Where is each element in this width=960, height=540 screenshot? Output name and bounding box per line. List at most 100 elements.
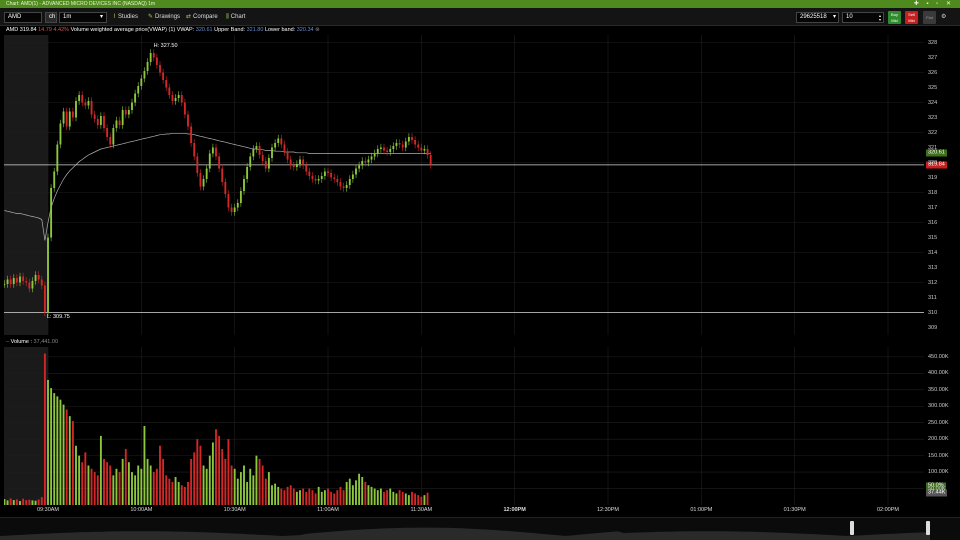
legend-pct: 4.42% bbox=[53, 27, 70, 33]
volume-bar bbox=[373, 488, 376, 505]
volume-axis-label: 200.00K bbox=[928, 436, 949, 443]
volume-bar bbox=[292, 488, 295, 505]
price-axis-label: 312 bbox=[928, 279, 938, 286]
buy-market-button[interactable]: Buy Mkt bbox=[888, 11, 901, 24]
chart-navigator[interactable] bbox=[0, 517, 960, 540]
window-controls[interactable]: ✚ ▪ ▫ ✕ bbox=[914, 0, 954, 8]
volume-label: Volume bbox=[10, 339, 29, 345]
volume-axis-label: 150.00K bbox=[928, 452, 949, 459]
candle-body bbox=[395, 143, 398, 146]
volume-bar bbox=[53, 393, 56, 505]
study-legend: AMD 319.84 14.79 4.42% Volume weighted a… bbox=[0, 26, 960, 35]
volume-bar bbox=[271, 485, 273, 505]
candle-body bbox=[75, 101, 77, 118]
candle-body bbox=[233, 207, 236, 212]
volume-bar bbox=[152, 472, 155, 505]
candle-body bbox=[53, 171, 56, 188]
volume-bar bbox=[159, 445, 161, 505]
candle-body bbox=[330, 173, 333, 178]
time-axis[interactable]: 09:30AM 10:00AM 10:30AM 11:00AM 11:30AM 12:00… bbox=[4, 506, 924, 516]
volume-bar bbox=[6, 500, 9, 505]
volume-axis-label: 400.00K bbox=[928, 370, 949, 377]
chart-type-button[interactable]: ⫼ Chart bbox=[226, 12, 245, 23]
price-axis-label: 311 bbox=[928, 294, 937, 301]
sell-market-button[interactable]: Sell Mkt bbox=[905, 11, 918, 24]
volume-bar bbox=[174, 477, 177, 505]
volume-bar bbox=[227, 439, 230, 505]
price-axis-label: 309 bbox=[928, 324, 938, 331]
volume-bar bbox=[311, 490, 314, 505]
volume-bar bbox=[355, 480, 357, 505]
quantity-stepper[interactable]: 10 ▴ ▾ bbox=[842, 12, 884, 23]
candle-body bbox=[196, 156, 199, 173]
volume-bar bbox=[239, 472, 242, 505]
candle-body bbox=[84, 102, 87, 106]
volume-bar bbox=[121, 458, 124, 505]
candle-body bbox=[317, 179, 320, 181]
candle-body bbox=[417, 144, 420, 148]
candle-body bbox=[404, 141, 407, 148]
candle-body bbox=[252, 149, 255, 157]
candle-body bbox=[15, 278, 18, 283]
chart-label: Chart bbox=[230, 14, 246, 20]
candle-body bbox=[355, 168, 357, 175]
candle-body bbox=[345, 185, 348, 188]
interval-select[interactable]: 1m ▾ bbox=[59, 12, 107, 23]
candle-body bbox=[386, 150, 389, 152]
candle-body bbox=[9, 279, 12, 284]
volume-bar bbox=[78, 455, 81, 505]
studies-label: Studies bbox=[117, 14, 138, 20]
volume-bar bbox=[261, 465, 264, 505]
candle-body bbox=[211, 147, 214, 154]
volume-bar bbox=[211, 442, 214, 505]
volume-bar bbox=[47, 379, 49, 505]
price-axis-label: 320 bbox=[928, 159, 938, 166]
remove-study-icon[interactable]: ⊗ bbox=[315, 27, 320, 33]
price-axis-label: 317 bbox=[928, 204, 938, 211]
candle-body bbox=[283, 144, 286, 152]
candle-body bbox=[236, 203, 239, 208]
volume-bar bbox=[258, 458, 261, 505]
candle-body bbox=[99, 116, 102, 125]
legend-study-name[interactable]: Volume weighted average price(VWAP) (1) … bbox=[71, 27, 195, 33]
compare-button[interactable]: ⇄ Compare bbox=[186, 12, 218, 23]
chart-mode-button[interactable]: ch bbox=[45, 12, 57, 23]
candle-body bbox=[152, 53, 155, 58]
price-chart-svg bbox=[4, 35, 924, 335]
collapse-icon[interactable]: – bbox=[6, 339, 9, 345]
flat-button[interactable]: Flat bbox=[923, 11, 936, 24]
volume-bar bbox=[177, 481, 180, 505]
candle-body bbox=[348, 179, 351, 185]
volume-bar bbox=[411, 491, 413, 505]
volume-bar bbox=[143, 426, 146, 505]
time-axis-label: 09:30AM bbox=[36, 507, 60, 513]
drawings-button[interactable]: ✎ Drawings bbox=[148, 12, 180, 23]
candle-body bbox=[43, 285, 46, 313]
legend-upper-label: Upper Band: bbox=[214, 27, 246, 33]
candle-body bbox=[305, 165, 308, 172]
symbol-input[interactable]: AMD bbox=[4, 12, 42, 23]
volume-bar bbox=[183, 486, 186, 505]
time-axis-label: 01:30PM bbox=[783, 507, 806, 513]
studies-button[interactable]: ⌇ Studies bbox=[113, 12, 138, 23]
volume-panel[interactable] bbox=[4, 347, 924, 505]
price-chart-panel[interactable]: H: 327.50 L: 309.75 bbox=[4, 35, 924, 335]
candle-body bbox=[358, 165, 361, 169]
volume-bar bbox=[277, 486, 280, 505]
candle-body bbox=[258, 146, 261, 155]
candle-body bbox=[327, 171, 329, 173]
candle-body bbox=[81, 95, 84, 103]
candle-body bbox=[155, 57, 158, 65]
candle-body bbox=[193, 143, 196, 157]
candle-body bbox=[333, 177, 336, 179]
candle-body bbox=[215, 147, 217, 157]
volume-axis[interactable]: 50.0% 37.44K 450.00K 400.00K 350.00K 300.00… bbox=[924, 347, 960, 505]
volume-bar bbox=[308, 488, 311, 505]
candle-body bbox=[230, 207, 233, 212]
settings-gear-icon[interactable]: ⚙ bbox=[941, 13, 946, 20]
volume-bar bbox=[267, 472, 270, 505]
volume-bar bbox=[283, 490, 286, 505]
volume-bar bbox=[43, 353, 46, 505]
price-axis[interactable]: 320.61 319.84 309 310 311 312 313 314 315 316 31… bbox=[924, 35, 960, 335]
account-select[interactable]: 29625518 ▾ bbox=[796, 12, 839, 23]
